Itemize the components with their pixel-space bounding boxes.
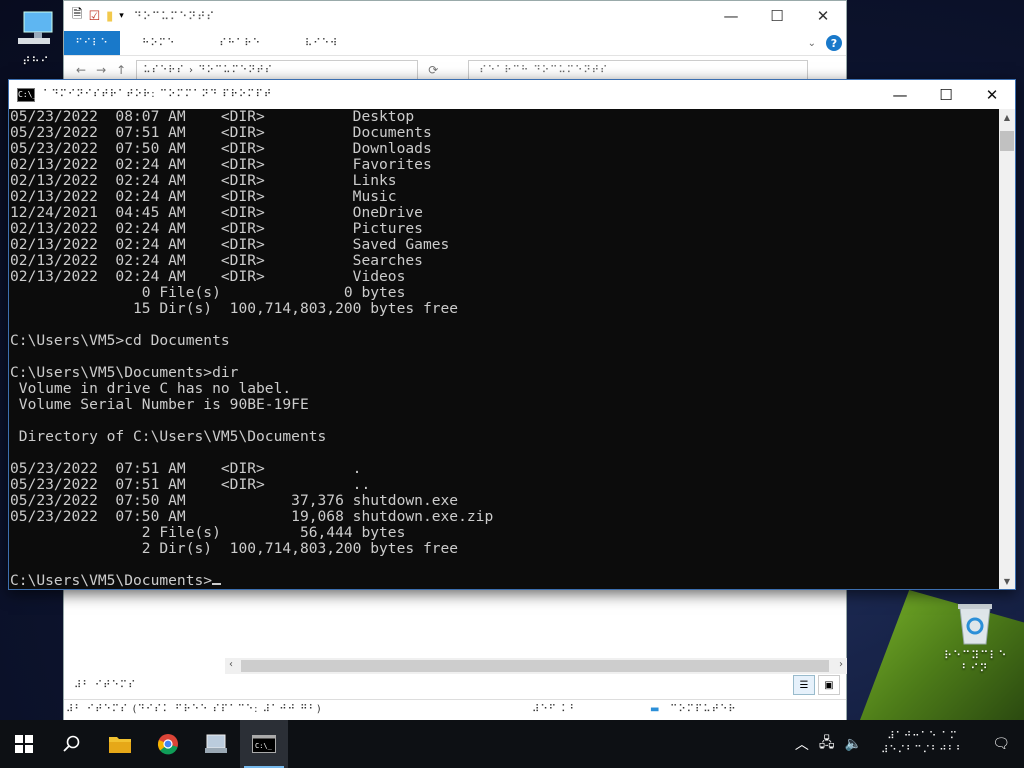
cmd-titlebar[interactable]: C:\_ ⠁⠙⠍⠊⠝⠊⠎⠞⠗⠁⠞⠕⠗: ⠉⠕⠍⠍⠁⠝⠙ ⠏⠗⠕⠍⠏⠞ — ☐ ✕	[9, 80, 1015, 109]
customize-toolbar-dropdown-icon[interactable]: ▾	[119, 11, 124, 21]
window-title: ⠙⠕⠉⠥⠍⠑⠝⠞⠎	[133, 9, 216, 23]
chrome-icon	[157, 734, 178, 755]
clock[interactable]: ⠼⠁⠚⠒⠁⠑ ⠁⠍ ⠼⠑⠌⠃⠉⠌⠃⠚⠃⠃	[867, 730, 978, 758]
explorer-titlebar[interactable]: 🗎 ☑ ▮ ▾ ⠙⠕⠉⠥⠍⠑⠝⠞⠎ — ☐ ✕	[64, 1, 846, 31]
tab-file[interactable]: ⠋⠊⠇⠑	[64, 31, 120, 55]
command-prompt-window[interactable]: C:\_ ⠁⠙⠍⠊⠝⠊⠎⠞⠗⠁⠞⠕⠗: ⠉⠕⠍⠍⠁⠝⠙ ⠏⠗⠕⠍⠏⠞ — ☐ ✕…	[8, 79, 1016, 590]
tab-home[interactable]: ⠓⠕⠍⠑	[120, 38, 197, 49]
maximize-button[interactable]: ☐	[754, 7, 800, 25]
scrollbar-thumb[interactable]	[241, 660, 829, 672]
window-title: ⠁⠙⠍⠊⠝⠊⠎⠞⠗⠁⠞⠕⠗: ⠉⠕⠍⠍⠁⠝⠙ ⠏⠗⠕⠍⠏⠞	[43, 89, 273, 100]
taskbar-file-explorer[interactable]	[96, 720, 144, 768]
show-hidden-icons-icon[interactable]: ︿	[790, 734, 814, 754]
network-icon[interactable]: 🖧	[814, 732, 840, 756]
address-bar[interactable]: ⠥⠎⠑⠗⠎ › ⠙⠕⠉⠥⠍⠑⠝⠞⠎	[136, 60, 419, 80]
close-button[interactable]: ✕	[969, 80, 1015, 109]
clock-time: ⠼⠁⠚⠒⠁⠑ ⠁⠍	[887, 731, 958, 742]
computer-icon	[18, 11, 53, 44]
close-button[interactable]: ✕	[800, 7, 846, 25]
scroll-right-icon[interactable]: ›	[839, 659, 843, 670]
console-prompt[interactable]: C:\Users\VM5\Documents>	[10, 572, 212, 589]
cmd-app-icon: C:\_	[17, 87, 37, 102]
control-panel-icon	[205, 734, 227, 753]
view-toggle: ☰ ▣	[793, 675, 840, 695]
taskbar-command-prompt[interactable]: C:\_	[240, 720, 288, 768]
scroll-down-icon[interactable]: ▼	[999, 573, 1015, 589]
status-size: ⠼⠑⠋ ⠅⠃	[532, 704, 578, 715]
properties-icon[interactable]: 🗎	[72, 5, 82, 27]
item-count: ⠼⠃ ⠊⠞⠑⠍⠎	[74, 680, 137, 691]
status-left: ⠼⠃ ⠊⠞⠑⠍⠎ (⠙⠊⠎⠅ ⠋⠗⠑⠑ ⠎⠏⠁⠉⠑: ⠼⠁⠚⠚ ⠛⠃)	[66, 704, 322, 715]
svg-text:C:\_: C:\_	[255, 742, 273, 750]
taskbar-control-panel[interactable]	[192, 720, 240, 768]
computer-icon: ▬	[650, 704, 661, 715]
help-icon[interactable]: ?	[826, 35, 842, 51]
console-output[interactable]: 05/23/2022 08:07 AM <DIR> Desktop 05/23/…	[9, 109, 999, 589]
scroll-up-icon[interactable]: ▲	[999, 109, 1015, 125]
text-cursor	[212, 583, 222, 585]
status-location: ⠉⠕⠍⠏⠥⠞⠑⠗	[670, 704, 737, 715]
search-button[interactable]	[48, 720, 96, 768]
desktop-icon-label-line2: ⠃⠊⠝	[961, 662, 989, 675]
volume-icon[interactable]: 🔈	[840, 736, 867, 752]
maximize-button[interactable]: ☐	[923, 80, 969, 109]
search-input[interactable]: ⠎⠑⠁⠗⠉⠓ ⠙⠕⠉⠥⠍⠑⠝⠞⠎	[468, 60, 809, 80]
search-icon	[63, 735, 80, 752]
desktop-icon-label: ⠞⠓⠊	[22, 55, 50, 68]
minimize-button[interactable]: —	[708, 7, 754, 25]
large-icons-view-icon[interactable]: ▣	[818, 675, 840, 695]
start-button[interactable]	[0, 720, 48, 768]
vertical-scrollbar[interactable]: ▲ ▼	[999, 109, 1015, 589]
forward-arrow-icon[interactable]: →	[96, 63, 106, 77]
clock-date: ⠼⠑⠌⠃⠉⠌⠃⠚⠃⠃	[880, 745, 965, 756]
new-folder-icon[interactable]: ▮	[106, 9, 113, 24]
scrollbar-thumb[interactable]	[1000, 131, 1014, 151]
windows-logo-icon	[15, 735, 33, 753]
ribbon-tabs: ⠋⠊⠇⠑ ⠓⠕⠍⠑ ⠎⠓⠁⠗⠑ ⠧⠊⠑⠺ ⌄ ?	[64, 31, 846, 56]
terminal-icon: C:\_	[252, 735, 276, 753]
desktop-icon-label: ⠗⠑⠉⠽⠉⠇⠑	[944, 649, 1008, 662]
status-bar: ⠼⠃ ⠊⠞⠑⠍⠎ (⠙⠊⠎⠅ ⠋⠗⠑⠑ ⠎⠏⠁⠉⠑: ⠼⠁⠚⠚ ⠛⠃) ⠼⠑⠋ …	[64, 699, 846, 720]
folder-icon	[109, 737, 131, 753]
checkmark-icon[interactable]: ☑	[88, 9, 100, 24]
horizontal-scrollbar[interactable]: ‹ ›	[225, 658, 847, 674]
up-arrow-icon[interactable]: ↑	[116, 63, 126, 77]
console-text: 05/23/2022 08:07 AM <DIR> Desktop 05/23/…	[10, 109, 494, 589]
taskbar-chrome[interactable]	[144, 720, 192, 768]
details-view-icon[interactable]: ☰	[793, 675, 815, 695]
refresh-icon[interactable]: ⟳	[428, 63, 438, 77]
scroll-left-icon[interactable]: ‹	[229, 659, 233, 670]
recycle-bin-desktop-icon[interactable]: ⠗⠑⠉⠽⠉⠇⠑ ⠃⠊⠝	[944, 600, 1006, 675]
tab-view[interactable]: ⠧⠊⠑⠺	[283, 38, 360, 49]
back-arrow-icon[interactable]: ←	[76, 63, 86, 77]
taskbar: C:\_ ︿ 🖧 🔈 ⠼⠁⠚⠒⠁⠑ ⠁⠍ ⠼⠑⠌⠃⠉⠌⠃⠚⠃⠃ 🗨	[0, 720, 1024, 768]
recycle-bin-icon	[958, 604, 992, 645]
notifications-icon[interactable]: 🗨	[978, 736, 1024, 752]
expand-ribbon-icon[interactable]: ⌄	[808, 38, 816, 49]
system-tray: ︿ 🖧 🔈 ⠼⠁⠚⠒⠁⠑ ⠁⠍ ⠼⠑⠌⠃⠉⠌⠃⠚⠃⠃ 🗨	[790, 720, 1024, 768]
tab-share[interactable]: ⠎⠓⠁⠗⠑	[197, 38, 283, 49]
minimize-button[interactable]: —	[877, 80, 923, 109]
this-pc-desktop-icon[interactable]: ⠞⠓⠊	[8, 8, 64, 68]
